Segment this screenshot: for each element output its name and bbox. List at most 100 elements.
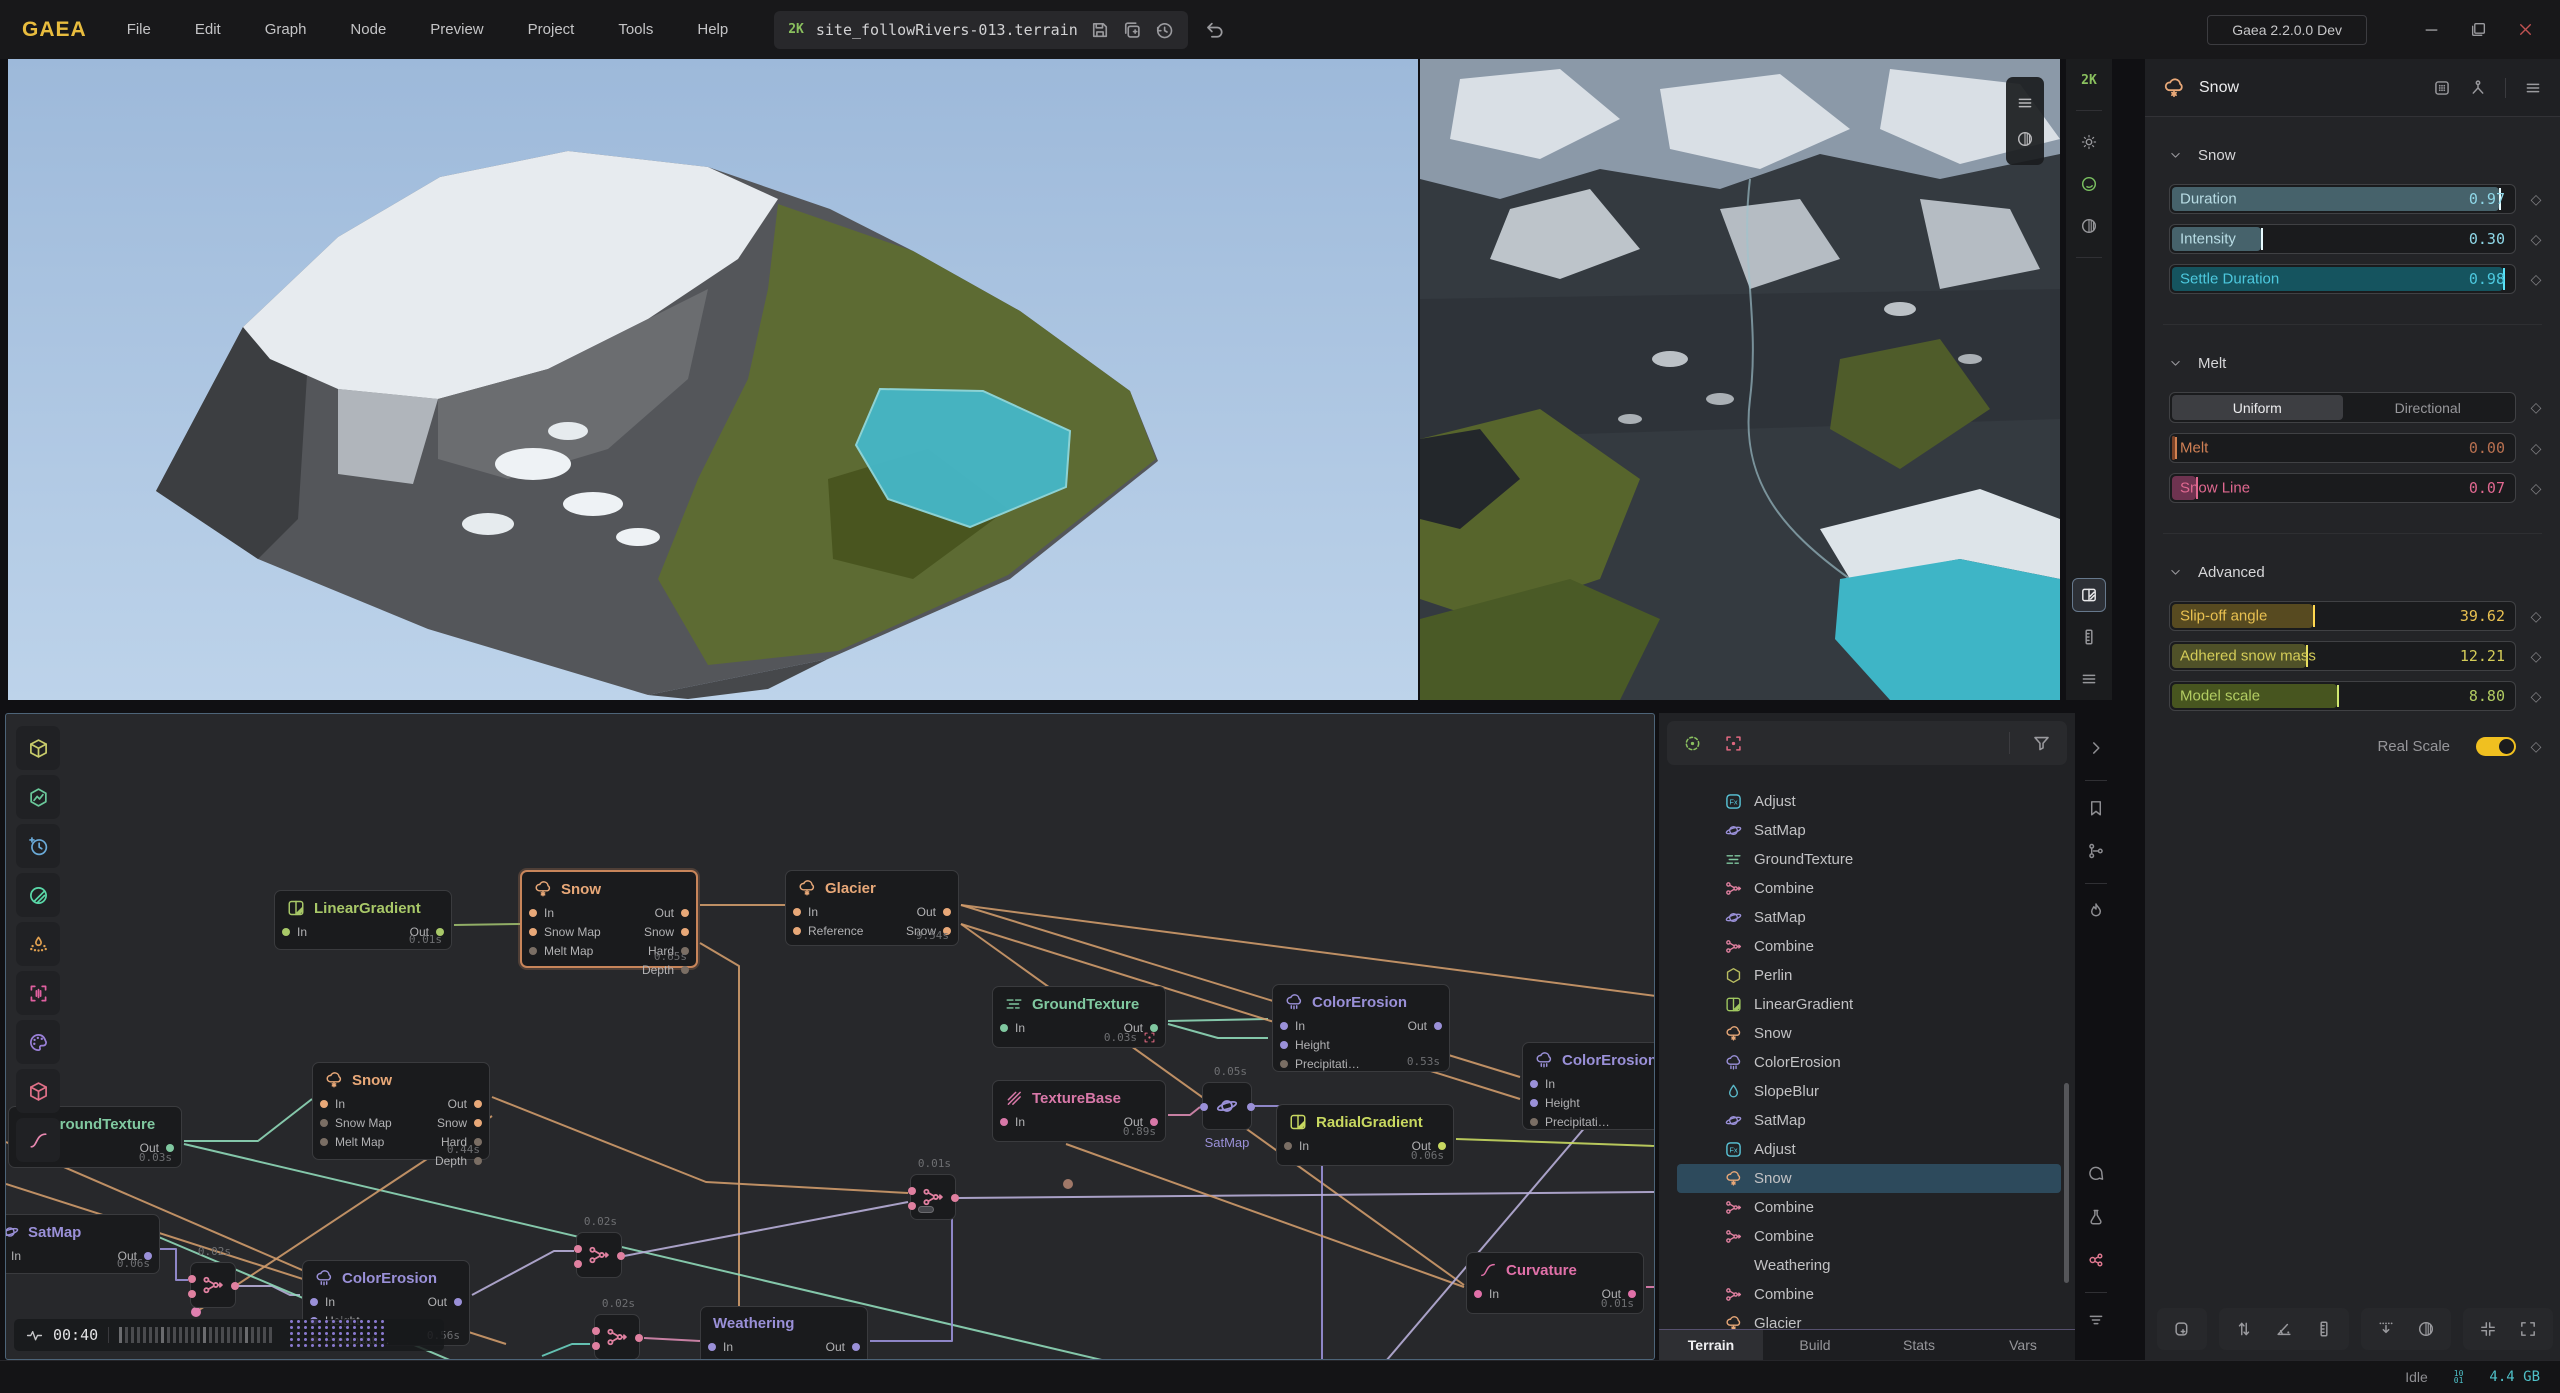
filter-icon[interactable] <box>2032 734 2051 753</box>
ruler-v-icon[interactable] <box>2315 1320 2333 1338</box>
section-header-melt[interactable]: Melt <box>2147 355 2558 372</box>
list-item-adjust[interactable]: FxAdjust <box>1659 1135 2075 1164</box>
menu-item-tools[interactable]: Tools <box>618 21 653 38</box>
undo-icon[interactable] <box>1204 19 1225 40</box>
port-dot[interactable] <box>951 1194 959 1202</box>
port-dot[interactable] <box>908 1187 916 1195</box>
graph-node-weathering[interactable]: WeatheringInOutHeight <box>700 1306 868 1360</box>
port-dot[interactable] <box>231 1282 239 1290</box>
list-item-combine[interactable]: Combine <box>1659 1222 2075 1251</box>
slider-adhered-snow-mass[interactable]: Adhered snow mass12.21 <box>2169 641 2516 671</box>
input-port[interactable]: Height <box>1280 1038 1330 1052</box>
list-item-satmap[interactable]: SatMap <box>1659 903 2075 932</box>
list-item-satmap[interactable]: SatMap <box>1659 816 2075 845</box>
graph-node-snow-top[interactable]: SnowInOutSnow MapSnowMelt MapHardDepth0.… <box>520 870 698 968</box>
graph-node-glacier[interactable]: GlacierInOutReferenceSnow9.54s <box>785 870 959 946</box>
viewport-options-button[interactable] <box>2072 662 2106 696</box>
keyframe-diamond[interactable]: ◇ <box>2528 399 2544 416</box>
branch-icon[interactable] <box>2087 842 2105 865</box>
locate-node-icon[interactable] <box>1683 734 1702 753</box>
viewport-3d-secondary[interactable] <box>1420 59 2060 700</box>
graph-node-radial-gradient[interactable]: RadialGradientInOut0.06s <box>1276 1104 1454 1166</box>
filter-lines-icon[interactable] <box>2087 1311 2105 1334</box>
port-dot[interactable] <box>1200 1103 1208 1111</box>
measure-button[interactable] <box>2072 620 2106 654</box>
bookmark-icon[interactable] <box>2087 799 2105 822</box>
contrast-icon[interactable] <box>2417 1320 2435 1338</box>
port-dot[interactable] <box>574 1245 582 1253</box>
port-dot[interactable] <box>617 1252 625 1260</box>
focus-node-icon[interactable] <box>1724 734 1743 753</box>
list-item-snow[interactable]: Snow <box>1677 1164 2061 1193</box>
port-dot[interactable] <box>1247 1103 1255 1111</box>
graph-timeline[interactable]: 00:40 <box>14 1319 444 1351</box>
expand-icon[interactable] <box>2519 1320 2537 1338</box>
menu-item-graph[interactable]: Graph <box>265 21 307 38</box>
maximize-icon[interactable] <box>2470 21 2487 38</box>
input-port[interactable]: In <box>1530 1077 1555 1091</box>
menu-item-node[interactable]: Node <box>350 21 386 38</box>
graph-node-curvature[interactable]: CurvatureInOut0.01s <box>1466 1252 1644 1314</box>
graph-node-linear-gradient[interactable]: LinearGradientInOut0.01s <box>274 890 452 950</box>
output-port[interactable]: Out <box>1408 1019 1442 1033</box>
node-graph-panel[interactable]: LinearGradientInOut0.01sSnowInOutSnow Ma… <box>5 713 1655 1360</box>
version-pill[interactable]: Gaea 2.2.0.0 Dev <box>2207 15 2367 45</box>
minimize-icon[interactable] <box>2423 21 2440 38</box>
chat-icon[interactable] <box>2087 1165 2105 1188</box>
category-cube-button[interactable] <box>16 1069 60 1113</box>
input-port[interactable]: In <box>1000 1021 1025 1035</box>
node-pin-icon[interactable] <box>2469 79 2487 97</box>
input-port[interactable]: In <box>320 1097 345 1111</box>
input-port[interactable]: Snow Map <box>529 925 601 939</box>
graph-node-combine-a[interactable]: 0.02s <box>190 1262 236 1308</box>
output-port[interactable]: Out <box>917 905 951 919</box>
melt-mode-toggle[interactable]: UniformDirectional <box>2169 392 2516 423</box>
list-item-colorerosion[interactable]: ColorErosion <box>1659 1048 2075 1077</box>
viewport-resolution[interactable]: 2K <box>2081 73 2097 88</box>
split-view-button[interactable] <box>2072 578 2106 612</box>
chevron-right-icon[interactable] <box>2087 739 2105 762</box>
input-port[interactable]: In <box>1280 1019 1305 1033</box>
port-dot[interactable] <box>188 1290 196 1298</box>
input-port[interactable]: Melt Map <box>320 1135 384 1149</box>
close-icon[interactable] <box>2517 21 2534 38</box>
tab-stats[interactable]: Stats <box>1867 1330 1971 1360</box>
flask-icon[interactable] <box>2087 1208 2105 1231</box>
keyframe-diamond[interactable]: ◇ <box>2528 648 2544 665</box>
tab-vars[interactable]: Vars <box>1971 1330 2075 1360</box>
file-pill[interactable]: 2K site_followRivers-013.terrain <box>774 11 1188 49</box>
keyframe-diamond[interactable]: ◇ <box>2528 688 2544 705</box>
input-port[interactable]: Snow Map <box>320 1116 392 1130</box>
category-clock-button[interactable] <box>16 824 60 868</box>
output-port[interactable]: Snow <box>437 1116 482 1130</box>
contrast-button[interactable] <box>2072 209 2106 243</box>
input-port[interactable]: Melt Map <box>529 944 593 958</box>
output-port[interactable]: Depth <box>642 963 689 977</box>
input-port[interactable]: Reference <box>793 924 863 938</box>
input-port[interactable]: In <box>708 1340 733 1354</box>
list-item-combine[interactable]: Combine <box>1659 1280 2075 1309</box>
lighting-button[interactable] <box>2072 125 2106 159</box>
list-item-snow[interactable]: Snow <box>1659 1019 2075 1048</box>
category-brackets-button[interactable] <box>16 971 60 1015</box>
toggle-option-directional[interactable]: Directional <box>2343 395 2514 420</box>
sort-arrows-icon[interactable] <box>2235 1320 2253 1338</box>
viewport-menu-icon[interactable] <box>2016 94 2034 112</box>
input-port[interactable]: In <box>1284 1139 1309 1153</box>
slider-intensity[interactable]: Intensity0.30 <box>2169 224 2516 254</box>
graph-node-texture-base[interactable]: TextureBaseInOut0.89s <box>992 1080 1166 1142</box>
real-scale-toggle[interactable] <box>2476 737 2516 756</box>
output-port[interactable]: Out <box>448 1097 482 1111</box>
keyframe-diamond[interactable]: ◇ <box>2528 271 2544 288</box>
list-item-glacier[interactable]: Glacier <box>1659 1309 2075 1329</box>
slider-duration[interactable]: Duration0.97 <box>2169 184 2516 214</box>
slider-settle-duration[interactable]: Settle Duration0.98 <box>2169 264 2516 294</box>
list-item-groundtexture[interactable]: GroundTexture <box>1659 845 2075 874</box>
section-header-snow[interactable]: Snow <box>2147 147 2558 164</box>
graph-node-combine-b[interactable]: 0.02s <box>576 1232 622 1278</box>
keyframe-diamond[interactable]: ◇ <box>2528 231 2544 248</box>
output-port[interactable]: Out <box>826 1340 860 1354</box>
category-droplet-dots-button[interactable] <box>16 922 60 966</box>
keyframe-diamond[interactable]: ◇ <box>2528 608 2544 625</box>
molecule-icon[interactable] <box>2087 1251 2105 1274</box>
